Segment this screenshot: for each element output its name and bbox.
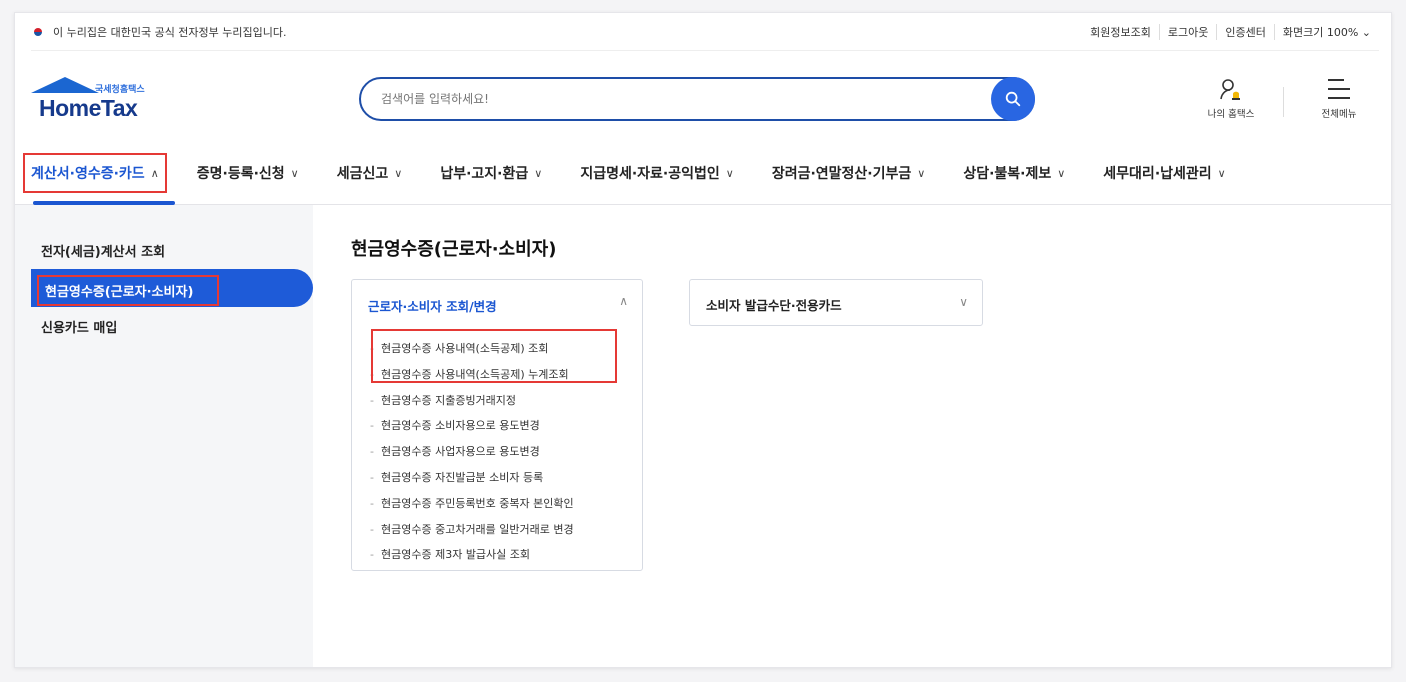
submenu-item[interactable]: - 현금영수증 사업자용으로 용도변경 (370, 439, 574, 465)
highlight-box (371, 329, 617, 383)
logo-subtitle: 국세청홈택스 (95, 85, 145, 95)
logo-roof-icon (31, 77, 99, 93)
sidebar-item-e-invoice[interactable]: 전자(세금)계산서 조회 (41, 241, 165, 260)
nav-label: 세무대리·납세관리 (1103, 166, 1212, 182)
nav-item-payment-statements[interactable]: 지급명세·자료·공익법인 ∨ (580, 163, 734, 183)
hamburger-icon (1328, 79, 1350, 99)
sidebar-item-cash-receipt[interactable]: 현금영수증(근로자·소비자) (37, 275, 219, 306)
nav-item-receipts[interactable]: 계산서·영수증·카드 ∧ (23, 153, 167, 193)
all-menu-label: 전체메뉴 (1321, 109, 1357, 120)
nav-label: 상담·불복·제보 (963, 166, 1052, 182)
gov-notice: 이 누리집은 대한민국 공식 전자정부 누리집입니다. (31, 24, 287, 40)
chevron-down-icon: ∨ (959, 295, 968, 309)
submenu-item[interactable]: - 현금영수증 지출증빙거래지정 (370, 388, 574, 414)
nav-label: 증명·등록·신청 (196, 166, 285, 182)
sidebar-item-credit-card[interactable]: 신용카드 매입 (41, 317, 117, 336)
search-bar (359, 77, 1035, 121)
chevron-down-icon: ∨ (917, 166, 926, 180)
zoom-control[interactable]: 화면크기 100% ⌄ (1273, 23, 1379, 40)
user-bell-icon (1220, 79, 1240, 100)
logo-text: HomeTax (39, 95, 138, 121)
nav-label: 계산서·영수증·카드 (31, 166, 145, 182)
my-hometax-label: 나의 홈택스 (1207, 109, 1255, 120)
gov-notice-text: 이 누리집은 대한민국 공식 전자정부 누리집입니다. (53, 25, 287, 39)
chevron-down-icon: ∨ (290, 166, 299, 180)
header-divider (1283, 87, 1284, 117)
search-input[interactable] (381, 92, 961, 106)
chevron-up-icon[interactable]: ∧ (619, 294, 628, 308)
submenu-item[interactable]: - 현금영수증 주민등록번호 중복자 본인확인 (370, 491, 574, 517)
all-menu-button[interactable]: 전체메뉴 (1309, 77, 1369, 120)
main-nav: 계산서·영수증·카드 ∧ 증명·등록·신청 ∨ 세금신고 ∨ 납부·고지·환급 … (23, 145, 1387, 201)
my-hometax-button[interactable]: 나의 홈택스 (1201, 77, 1261, 120)
chevron-down-icon: ∨ (1217, 166, 1226, 180)
logout-link[interactable]: 로그아웃 (1158, 23, 1216, 40)
nav-label: 납부·고지·환급 (440, 166, 529, 182)
nav-item-incentives[interactable]: 장려금·연말정산·기부금 ∨ (772, 163, 926, 183)
submenu-card-title: 소비자 발급수단·전용카드 (706, 298, 842, 313)
top-utility-bar: 이 누리집은 대한민국 공식 전자정부 누리집입니다. 회원정보조회 로그아웃 … (31, 13, 1379, 51)
browser-frame: 이 누리집은 대한민국 공식 전자정부 누리집입니다. 회원정보조회 로그아웃 … (14, 12, 1392, 668)
nav-item-payment[interactable]: 납부·고지·환급 ∨ (440, 163, 542, 183)
submenu-item[interactable]: - 현금영수증 제3자 발급사실 조회 (370, 542, 574, 568)
nav-item-certificates[interactable]: 증명·등록·신청 ∨ (197, 163, 299, 183)
nav-label: 세금신고 (336, 166, 389, 182)
chevron-down-icon: ∨ (725, 166, 734, 180)
submenu-card-title[interactable]: 근로자·소비자 조회/변경 (368, 296, 497, 315)
nav-label: 지급명세·자료·공익법인 (580, 166, 720, 182)
submenu-item[interactable]: - 현금영수증 소비자용으로 용도변경 (370, 413, 574, 439)
nav-item-tax-filing[interactable]: 세금신고 ∨ (337, 163, 403, 183)
nav-label: 장려금·연말정산·기부금 (771, 166, 912, 182)
cert-center-link[interactable]: 인증센터 (1216, 23, 1273, 40)
chevron-down-icon: ∨ (534, 166, 543, 180)
search-button[interactable] (991, 77, 1035, 121)
submenu-item[interactable]: - 현금영수증 자진발급분 소비자 등록 (370, 465, 574, 491)
page-title: 현금영수증(근로자·소비자) (351, 239, 557, 260)
member-info-link[interactable]: 회원정보조회 (1082, 24, 1159, 40)
chevron-down-icon: ∨ (394, 166, 403, 180)
submenu-card-consumer-card[interactable]: 소비자 발급수단·전용카드 ∨ (689, 279, 983, 326)
search-icon (1005, 91, 1021, 107)
chevron-down-icon: ∨ (1057, 166, 1066, 180)
chevron-up-icon: ∧ (150, 166, 159, 180)
nav-item-tax-agent[interactable]: 세무대리·납세관리 ∨ (1103, 163, 1225, 183)
submenu-item[interactable]: - 현금영수증 중고차거래를 일반거래로 변경 (370, 517, 574, 543)
korea-flag-icon (31, 27, 45, 37)
nav-item-consultation[interactable]: 상담·불복·제보 ∨ (963, 163, 1065, 183)
submenu-card-worker-consumer: 근로자·소비자 조회/변경 ∧ - 현금영수증 사용내역(소득공제) 조회 - 현금… (351, 279, 643, 571)
hometax-logo[interactable]: 국세청홈택스 HomeTax (31, 77, 171, 131)
utility-links: 회원정보조회 로그아웃 인증센터 화면크기 100% ⌄ (1082, 23, 1379, 40)
